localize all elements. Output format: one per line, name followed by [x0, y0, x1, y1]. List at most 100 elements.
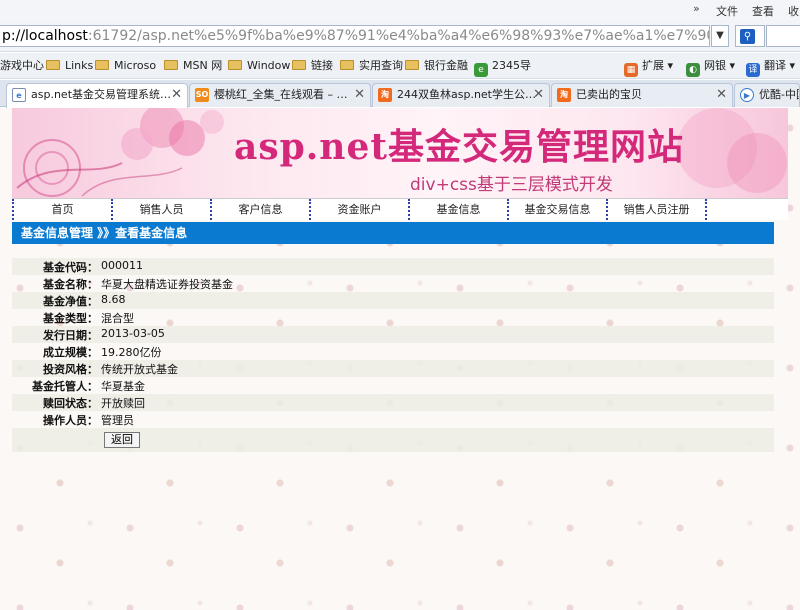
detail-label: 发行日期：: [43, 329, 98, 342]
taobao-icon: 淘: [378, 88, 392, 102]
search-engine-button[interactable]: ⚲: [735, 25, 765, 47]
nav-funds[interactable]: 基金信息: [408, 199, 507, 220]
button-row: 返回: [12, 428, 774, 452]
site-subtitle: div+css基于三层模式开发: [410, 175, 613, 195]
nav-home[interactable]: 首页: [12, 199, 111, 220]
youku-icon: ▶: [740, 88, 754, 102]
fav-windows[interactable]: Window: [228, 57, 290, 75]
extensions-icon: ▦: [624, 63, 638, 77]
detail-value: 华夏大盘精选证券投资基金: [101, 278, 233, 291]
tab-youku[interactable]: ▶ 优酷-中国: [734, 83, 800, 107]
detail-row-code: 基金代码： 000011: [12, 258, 774, 275]
folder-icon: [405, 60, 419, 70]
tab-student[interactable]: 淘 244双鱼林asp.net学生公… ✕: [372, 83, 550, 107]
detail-value: 000011: [101, 259, 143, 272]
fav-label: 2345导: [492, 59, 531, 72]
detail-label: 基金净值：: [43, 295, 98, 308]
menu-file[interactable]: 文件: [716, 3, 738, 19]
detail-label: 赎回状态：: [43, 397, 98, 410]
detail-value: 传统开放式基金: [101, 363, 178, 376]
folder-icon: [164, 60, 178, 70]
tab-label: 244双鱼林asp.net学生公…: [397, 88, 536, 101]
chevron-icon[interactable]: »: [693, 2, 700, 15]
detail-value: 19.280亿份: [101, 346, 162, 359]
detail-row-redemption: 赎回状态： 开放赎回: [12, 394, 774, 411]
fav-label: 链接: [311, 59, 333, 72]
close-icon[interactable]: ✕: [171, 84, 182, 106]
tab-soku[interactable]: SO 樱桃红_全集_在线观看 – … ✕: [189, 83, 371, 107]
folder-icon: [46, 60, 60, 70]
ebank-button[interactable]: ◐ 网银 ▾: [686, 57, 735, 77]
detail-row-custodian: 基金托管人： 华夏基金: [12, 377, 774, 394]
back-button[interactable]: 返回: [104, 432, 140, 448]
url-host: p://localhost: [2, 28, 88, 44]
detail-label: 基金名称：: [43, 278, 98, 291]
search-input[interactable]: [766, 25, 800, 47]
detail-row-size: 成立规模： 19.280亿份: [12, 343, 774, 360]
detail-value: 开放赎回: [101, 397, 145, 410]
detail-value: 2013-03-05: [101, 327, 165, 340]
fund-details: 基金代码： 000011 基金名称： 华夏大盘精选证券投资基金 基金净值： 8.68 …: [12, 258, 774, 452]
url-input[interactable]: p://localhost:61792/asp.net%e5%9f%ba%e9%…: [0, 25, 710, 47]
fav-msn[interactable]: MSN 网: [164, 57, 222, 75]
detail-value: 混合型: [101, 312, 134, 325]
folder-icon: [228, 60, 242, 70]
2345-icon: e: [474, 63, 488, 77]
detail-value: 8.68: [101, 293, 126, 306]
detail-label: 基金代码：: [43, 261, 98, 274]
nav-accounts[interactable]: 资金账户: [309, 199, 408, 220]
soku-icon: SO: [195, 88, 209, 102]
fav-microsoft[interactable]: Microso: [95, 57, 156, 75]
url-path: :61792/asp.net%e5%9f%ba%e9%87%91%e4%ba%a…: [87, 28, 710, 44]
close-icon[interactable]: ✕: [533, 84, 544, 106]
tab-fund-system[interactable]: e asp.net基金交易管理系统… ✕: [6, 83, 188, 108]
detail-label: 基金类型：: [43, 312, 98, 325]
fav-game-center[interactable]: 游戏中心: [0, 57, 44, 75]
fav-bank[interactable]: 银行金融: [405, 57, 468, 75]
tab-sold-items[interactable]: 淘 已卖出的宝贝 ✕: [551, 83, 733, 107]
breadcrumb: 基金信息管理 》》查看基金信息: [12, 222, 774, 244]
detail-value: 华夏基金: [101, 380, 145, 393]
detail-row-type: 基金类型： 混合型: [12, 309, 774, 326]
extensions-button[interactable]: ▦ 扩展 ▾: [624, 57, 673, 77]
detail-label: 操作人员：: [43, 414, 98, 427]
tab-label: 已卖出的宝贝: [576, 88, 642, 101]
search-icon: ⚲: [740, 29, 755, 44]
folder-icon: [292, 60, 306, 70]
detail-label: 基金托管人：: [32, 380, 98, 393]
detail-value: 管理员: [101, 414, 134, 427]
chevron-down-icon[interactable]: ▼: [711, 25, 729, 47]
nav-transactions[interactable]: 基金交易信息: [507, 199, 606, 220]
nav-customers[interactable]: 客户信息: [210, 199, 309, 220]
site-title: asp.net基金交易管理网站: [234, 126, 685, 168]
nav-staff-register[interactable]: 销售人员注册: [606, 199, 705, 220]
folder-icon: [95, 60, 109, 70]
main-nav: 首页 销售人员 客户信息 资金账户 基金信息 基金交易信息 销售人员注册: [12, 198, 788, 220]
fav-label: MSN 网: [183, 59, 223, 72]
folder-icon: [340, 60, 354, 70]
nav-sales-staff[interactable]: 销售人员: [111, 199, 210, 220]
fav-2345[interactable]: e 2345导: [474, 57, 531, 77]
fav-label: Microso: [114, 59, 157, 72]
menu-favorites[interactable]: 收: [788, 3, 799, 19]
site-banner: asp.net基金交易管理网站 div+css基于三层模式开发: [12, 108, 788, 198]
page-icon: e: [12, 88, 26, 102]
fav-query[interactable]: 实用查询: [340, 57, 403, 75]
tab-bar: e asp.net基金交易管理系统… ✕ SO 樱桃红_全集_在线观看 – … …: [0, 80, 800, 108]
detail-label: 投资风格：: [43, 363, 98, 376]
detail-label: 成立规模：: [43, 346, 98, 359]
detail-row-style: 投资风格： 传统开放式基金: [12, 360, 774, 377]
close-icon[interactable]: ✕: [354, 84, 365, 106]
menu-view[interactable]: 查看: [752, 3, 774, 19]
fav-links-cn[interactable]: 链接: [292, 57, 333, 75]
toolbar-label: 网银: [704, 59, 726, 72]
fav-links[interactable]: Links: [46, 57, 93, 75]
translate-button[interactable]: 译翻译 ▾: [746, 57, 795, 77]
taobao-icon: 淘: [557, 88, 571, 102]
fav-label: Links: [65, 59, 94, 72]
ebank-icon: ◐: [686, 63, 700, 77]
browser-menubar: » 文件 查看 收: [0, 0, 800, 20]
page-content: asp.net基金交易管理网站 div+css基于三层模式开发 首页 销售人员 …: [0, 108, 800, 610]
detail-row-name: 基金名称： 华夏大盘精选证券投资基金: [12, 275, 774, 292]
close-icon[interactable]: ✕: [716, 84, 727, 106]
